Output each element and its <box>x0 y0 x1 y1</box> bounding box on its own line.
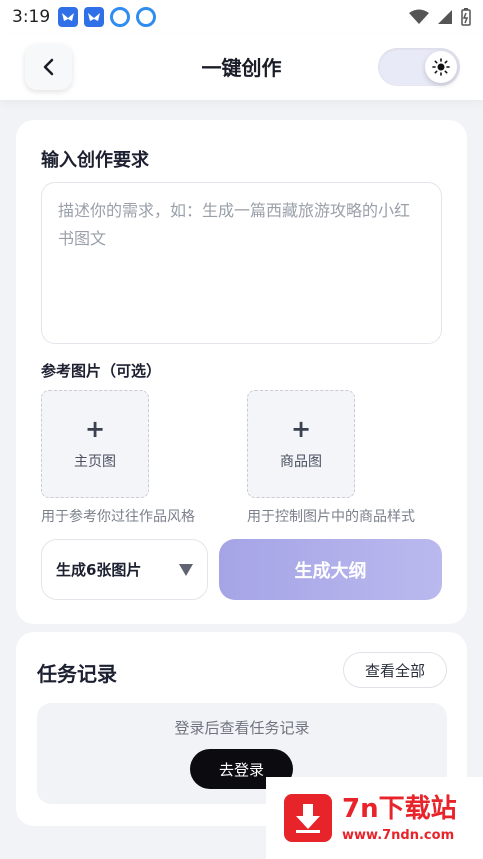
bird-app-icon <box>84 7 105 27</box>
bird-app-icon <box>58 7 79 27</box>
upload-product-hint: 用于控制图片中的商品样式 <box>247 509 415 525</box>
status-time: 3:19 <box>12 7 51 27</box>
app-circle-icon <box>136 7 157 27</box>
notification-icons <box>58 7 157 27</box>
tasks-title: 任务记录 <box>37 662 117 686</box>
watermark-url: www.7ndn.com <box>342 827 455 843</box>
watermark-texts: 7n下载站 www.7ndn.com <box>342 794 457 843</box>
download-logo-icon <box>284 794 332 842</box>
image-count-value: 生成6张图片 <box>56 561 142 579</box>
status-right <box>409 8 471 26</box>
view-all-button[interactable]: 查看全部 <box>343 652 447 688</box>
tasks-empty-text: 登录后查看任务记录 <box>174 719 310 737</box>
plus-icon: + <box>290 415 312 443</box>
site-watermark: 7n下载站 www.7ndn.com <box>266 777 483 859</box>
upload-product-image[interactable]: + 商品图 <box>247 390 355 498</box>
upload-main-label: 主页图 <box>74 454 116 470</box>
app-circle-icon <box>110 7 131 27</box>
caret-down-icon <box>179 563 193 576</box>
signal-icon <box>438 10 452 24</box>
status-bar: 3:19 <box>0 0 483 34</box>
toggle-knob <box>425 51 457 83</box>
create-card: 输入创作要求 描述你的需求，如：生成一篇西藏旅游攻略的小红书图文 参考图片（可选… <box>16 120 467 624</box>
prompt-input[interactable]: 描述你的需求，如：生成一篇西藏旅游攻略的小红书图文 <box>41 182 442 344</box>
create-section-title: 输入创作要求 <box>41 150 149 171</box>
plus-icon: + <box>84 415 106 443</box>
battery-icon <box>461 8 471 26</box>
upload-product-label: 商品图 <box>280 454 322 470</box>
reference-images-title: 参考图片（可选） <box>41 362 162 380</box>
watermark-brand: 7n下载站 <box>342 793 457 824</box>
app-header: 一键创作 <box>0 34 483 100</box>
image-count-select[interactable]: 生成6张图片 <box>41 539 208 600</box>
upload-main-image[interactable]: + 主页图 <box>41 390 149 498</box>
generate-outline-button[interactable]: 生成大纲 <box>219 539 442 600</box>
sun-icon <box>432 58 450 76</box>
upload-main-hint: 用于参考你过往作品风格 <box>41 509 195 525</box>
theme-toggle[interactable] <box>378 48 460 86</box>
wifi-icon <box>409 9 429 24</box>
